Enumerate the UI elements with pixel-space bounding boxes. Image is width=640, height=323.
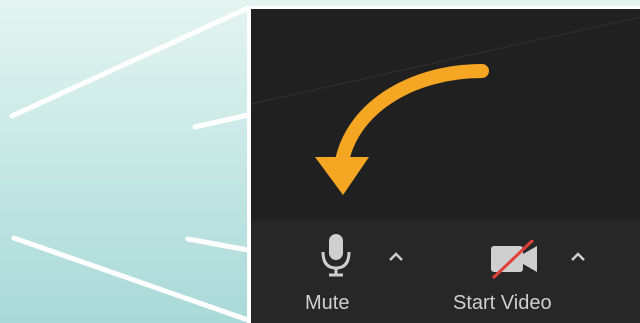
video-camera-off-icon bbox=[491, 240, 537, 280]
zoom-line-upper-left bbox=[9, 5, 251, 119]
zoom-line-upper-right bbox=[192, 112, 251, 130]
zoom-line-lower-left bbox=[11, 235, 251, 323]
video-options-chevron-up-icon[interactable] bbox=[569, 250, 587, 268]
mute-label: Mute bbox=[305, 292, 350, 314]
audio-options-chevron-up-icon[interactable] bbox=[387, 250, 405, 268]
microphone-icon bbox=[321, 234, 351, 277]
meeting-toolbar: Mute Start Video bbox=[251, 220, 640, 323]
zoom-line-lower-right bbox=[185, 236, 251, 253]
start-video-label: Start Video bbox=[453, 292, 552, 314]
zoomed-meeting-window: Mute Start Video bbox=[247, 6, 640, 323]
mute-button[interactable]: Mute bbox=[295, 226, 377, 318]
start-video-button[interactable]: Start Video bbox=[447, 226, 583, 318]
